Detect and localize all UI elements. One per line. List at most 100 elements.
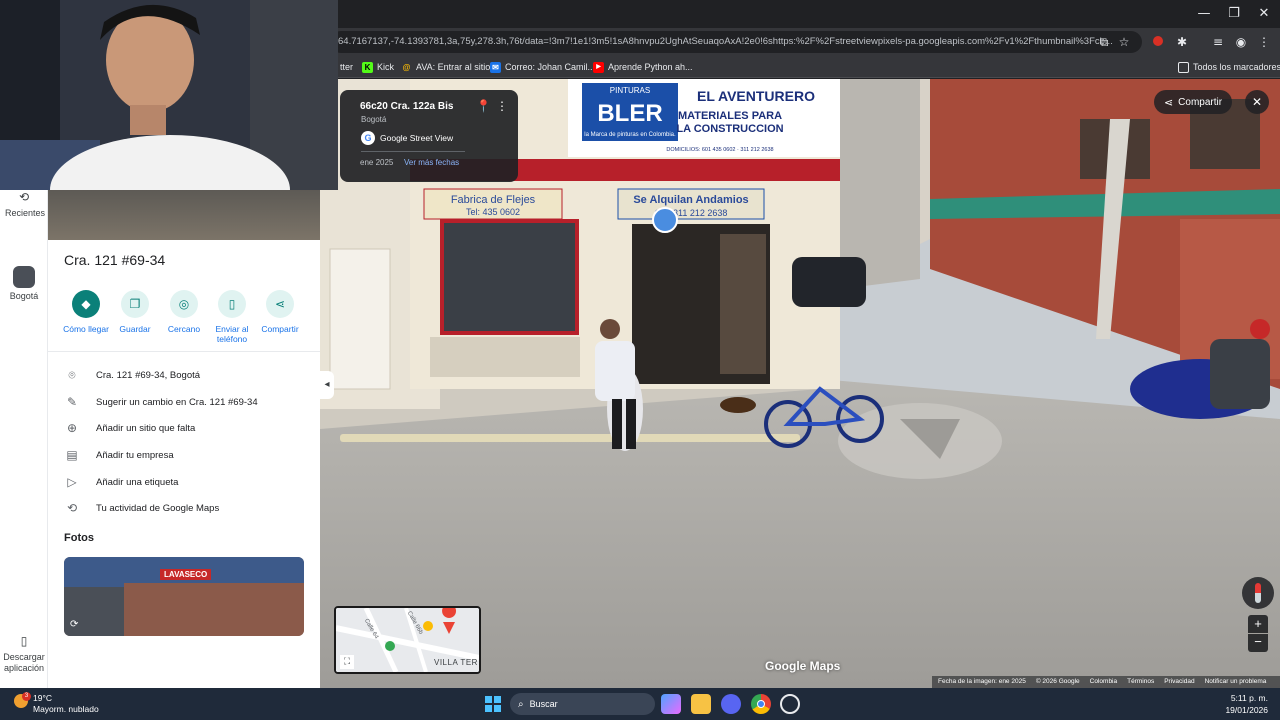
sign-materiales: MATERIALES PARA [678,110,782,122]
pencil-icon: ✎ [66,395,78,409]
label-icon: ▷ [67,475,77,489]
sv-date: ene 2025 [360,158,394,167]
install-app-icon[interactable]: ⧉ [1096,34,1112,50]
mini-map[interactable]: Calle 64 Calle 66b VILLA TER ⛶ [334,606,481,674]
directions-button[interactable]: ◆ Cómo llegar [60,290,112,334]
location-pin-icon: ⌾ [68,367,76,382]
bogota-thumbnail [13,266,35,288]
kick-icon: K [362,61,373,73]
more-options-icon[interactable]: ⋮ [496,99,508,113]
share-icon: ⋖ [1163,95,1174,109]
weather-badge: 3 [22,692,31,701]
street-view-360-icon: ⟳ [70,619,79,630]
bookmark-kick[interactable]: K Kick [362,59,394,75]
discord-icon[interactable] [721,694,741,714]
sv-address: 66c20 Cra. 122a Bis [360,101,454,112]
recent-bogota-item[interactable]: Bogotá [0,266,48,301]
add-missing-place-row[interactable]: ⊕ Añadir un sitio que falta [64,419,314,437]
sign-domicilios: DOMICILIOS: 601 435 0602 · 311 212 2638 [666,147,773,153]
send-to-phone-button[interactable]: ▯ Enviar al teléfono [206,290,258,344]
sign-flejes-tel: Tel: 435 0602 [466,207,520,217]
location-pin-icon[interactable]: 📍 [476,99,491,113]
share-button[interactable]: ⋖ Compartir [1154,90,1232,114]
copyright: © 2026 Google [1035,678,1080,685]
sign-pinturas: PINTURAS [610,86,650,95]
all-bookmarks[interactable]: Todos los marcadores [1178,59,1280,75]
bookmark-ava[interactable]: @ AVA: Entrar al sitio [401,59,491,75]
sign-andamios: Se Alquilan Andamios [633,194,748,206]
store-icon: ▤ [66,448,78,462]
zoom-out-button[interactable]: − [1248,634,1268,652]
history-icon: ⟲ [18,190,30,204]
zoom-in-button[interactable]: + [1248,615,1268,633]
place-header-photo[interactable] [48,190,320,240]
minimap-area: VILLA TER [434,658,478,667]
nearby-button[interactable]: ◎ Cercano [158,290,210,334]
nearby-icon: ◎ [170,290,198,318]
google-maps-watermark: Google Maps [765,659,841,673]
copilot-icon[interactable] [661,694,681,714]
weather-desc: Mayorm. nublado [33,704,99,714]
windows-taskbar: 3 19°C Mayorm. nublado ⌕ Buscar 5:11 p. … [0,688,1280,720]
add-business-row[interactable]: ▤ Añadir tu empresa [64,446,314,464]
photos-thumbnail[interactable]: LAVASECO ⟳ [64,557,304,636]
sv-source: Google Street View [380,133,454,143]
folder-icon [1178,61,1189,73]
history-icon: ⟲ [66,501,78,515]
extensions-icon[interactable]: ✱ [1174,34,1190,50]
url-field[interactable]: 64.7167137,-74.1393781,3a,75y,278.3h,76t… [330,31,1142,53]
file-explorer-icon[interactable] [691,694,711,714]
weather-widget[interactable]: 3 19°C Mayorm. nublado [10,692,120,716]
address-row[interactable]: ⌾ Cra. 121 #69-34, Bogotá [64,366,314,384]
bookmark-python[interactable]: ▶ Aprende Python ah... [593,59,693,75]
maps-activity-row[interactable]: ⟲ Tu actividad de Google Maps [64,499,314,517]
at-icon: @ [402,62,411,72]
download-app-item[interactable]: ▯ Descargar aplicación [0,634,48,674]
screen: — ❐ ✕ 64.7167137,-74.1393781,3a,75y,278.… [0,0,1280,720]
sv-city: Bogotá [361,115,387,124]
more-dates-link[interactable]: Ver más fechas [404,158,459,167]
profile-icon[interactable]: ◉ [1233,34,1249,50]
share-place-button[interactable]: ⋖ Compartir [254,290,306,334]
bookmark-correo[interactable]: ✉ Correo: Johan Camil... [490,59,595,75]
extension-red-icon[interactable] [1150,34,1166,50]
collapse-panel-button[interactable]: ◂ [320,371,334,399]
country-link[interactable]: Colombia [1090,676,1117,688]
privacy-link[interactable]: Privacidad [1164,676,1194,688]
close-window-button[interactable]: ✕ [1249,6,1279,21]
windows-start-icon[interactable] [483,694,503,714]
photo-sign: LAVASECO [160,569,212,580]
sign-bler-sub: la Marca de pinturas en Colombia. [584,132,676,138]
webcam-overlay [0,0,338,190]
send-to-phone-icon: ▯ [218,290,246,318]
clock-date[interactable]: 19/01/2026 [1225,705,1268,715]
restore-button[interactable]: ❐ [1219,6,1249,21]
minimize-button[interactable]: — [1189,6,1219,21]
image-date: Fecha de la imagen: ene 2025 [938,678,1026,685]
app-icon[interactable] [780,694,800,714]
maps-side-rail: ⟲ Recientes Bogotá ▯ Descargar aplicació… [0,190,48,688]
place-details-panel: Cra. 121 #69-34 ◆ Cómo llegar ❐ Guardar … [48,190,320,688]
browser-menu-icon[interactable]: ⋮ [1256,34,1272,50]
clock-time[interactable]: 5:11 p. m. [1231,693,1268,703]
media-control-icon[interactable]: ≡ [1210,34,1226,50]
taskbar-search[interactable]: ⌕ Buscar [510,693,655,715]
compass-icon[interactable] [1242,577,1274,609]
recent-item[interactable]: ⟲ Recientes [0,190,48,219]
place-title: Cra. 121 #69-34 [64,252,166,268]
bookmark-twitter[interactable]: tter [340,59,353,75]
report-problem-link[interactable]: Notificar un problema [1205,676,1267,688]
add-label-row[interactable]: ▷ Añadir una etiqueta [64,473,314,491]
suggest-edit-row[interactable]: ✎ Sugerir un cambio en Cra. 121 #69-34 [64,393,314,411]
save-button[interactable]: ❐ Guardar [109,290,161,334]
phone-icon: ▯ [20,634,28,648]
directions-icon: ◆ [72,290,100,318]
close-street-view-button[interactable]: ✕ [1245,90,1269,114]
expand-icon[interactable]: ⛶ [340,655,354,669]
sign-aventurero: EL AVENTURERO [697,88,815,104]
weather-temp: 19°C [33,693,52,703]
street-view-footer: Fecha de la imagen: ene 2025 © 2026 Goog… [932,676,1280,688]
terms-link[interactable]: Términos [1127,676,1154,688]
chrome-icon[interactable] [751,694,771,714]
star-icon[interactable]: ☆ [1116,34,1132,50]
